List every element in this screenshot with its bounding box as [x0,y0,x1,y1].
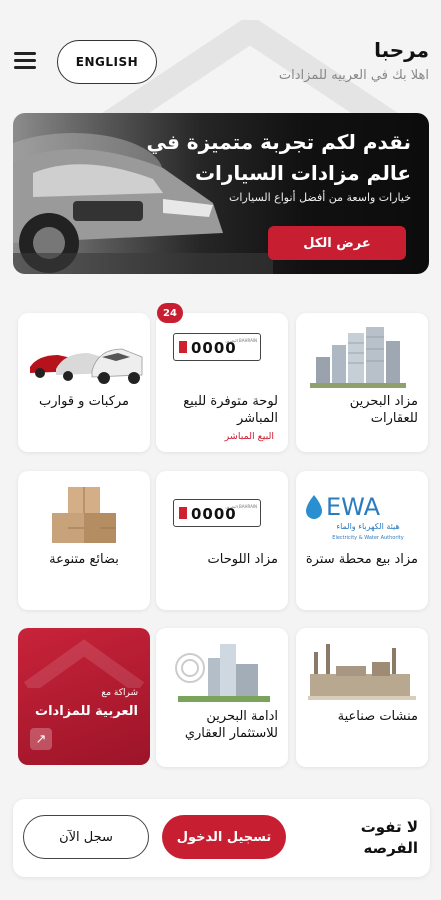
svg-text:EWA: EWA [326,493,381,521]
header: ENGLISH مرحبا اهلا بك في العربيه للمزادا… [0,0,441,110]
language-button[interactable]: ENGLISH [57,40,157,84]
partner-subtitle: شراكة مع [101,688,138,698]
category-bahrain-real-estate[interactable]: مزاد البحرين للعقارات [296,313,428,452]
svg-text:هيئة الكهرباء والماء: هيئة الكهرباء والماء [336,522,399,531]
category-label: بضائع متنوعة [49,552,119,567]
welcome-text: اهلا بك في العربيه للمزادات [278,68,429,83]
factory-icon [308,644,416,700]
ewa-logo: EWA هيئة الكهرباء والماء Electricity & W… [306,493,404,541]
category-plates-direct-sale[interactable]: 0000 البحرين BAHRAIN لوحة متوفرة للبيع ا… [156,313,288,452]
category-industrial-facilities[interactable]: منشات صناعية [296,628,428,767]
login-button[interactable]: تسجيل الدخول [162,815,286,859]
category-label: مزاد البحرين للعقارات [349,394,418,426]
house-shape-icon [23,639,145,688]
view-all-button[interactable]: عرض الكل [268,226,406,260]
partner-card[interactable]: شراكة مع العربية للمزادات ↗ [18,628,150,765]
buildings-icon [310,327,406,388]
banner-title: نقدم لكم تجربة متميزة في عالم مزادات الس… [146,130,412,185]
bottom-bar: سجل الآن تسجيل الدخول لا تفوت الفرصه [13,799,430,877]
category-vehicles-boats[interactable]: مركبات و قوارب [18,313,150,452]
promo-banner: نقدم لكم تجربة متميزة في عالم مزادات الس… [13,113,429,274]
partner-title: العربية للمزادات [35,704,138,719]
category-edamah-investment[interactable]: ادامة البحرين للاستثمار العقاري [156,628,288,767]
count-badge: 24 [157,303,183,323]
category-sublabel: البيع المباشر [224,431,274,442]
category-sitra-station[interactable]: EWA هيئة الكهرباء والماء Electricity & W… [296,471,428,610]
category-label: ادامة البحرين للاستثمار العقاري [184,709,278,741]
svg-text:Electricity & Water Authority: Electricity & Water Authority [332,535,403,541]
boxes-icon [52,487,116,543]
category-label: منشات صناعية [337,709,418,724]
license-plate-icon: 0000 البحرين BAHRAIN [173,333,261,361]
category-plates-auction[interactable]: 0000 البحرين BAHRAIN مزاد اللوحات [156,471,288,610]
category-label: لوحة متوفرة للبيع المباشر [183,394,278,426]
arrow-icon[interactable]: ↗ [30,728,52,750]
cta-text: لا تفوت الفرصه [360,818,418,857]
banner-description: خيارات واسعة من أفضل أنواع السيارات [229,191,411,204]
register-button[interactable]: سجل الآن [23,815,149,859]
category-label: مزاد بيع محطة سترة [305,552,418,567]
category-misc-goods[interactable]: بضائع متنوعة [18,471,150,610]
tower-icon [175,644,270,702]
category-label: مركبات و قوارب [38,394,130,409]
cars-icon [30,348,143,384]
license-plate-icon: 0000 البحرين BAHRAIN [173,499,261,527]
greeting-title: مرحبا [374,38,429,62]
category-label: مزاد اللوحات [207,552,279,567]
hamburger-menu-icon[interactable] [14,52,38,70]
